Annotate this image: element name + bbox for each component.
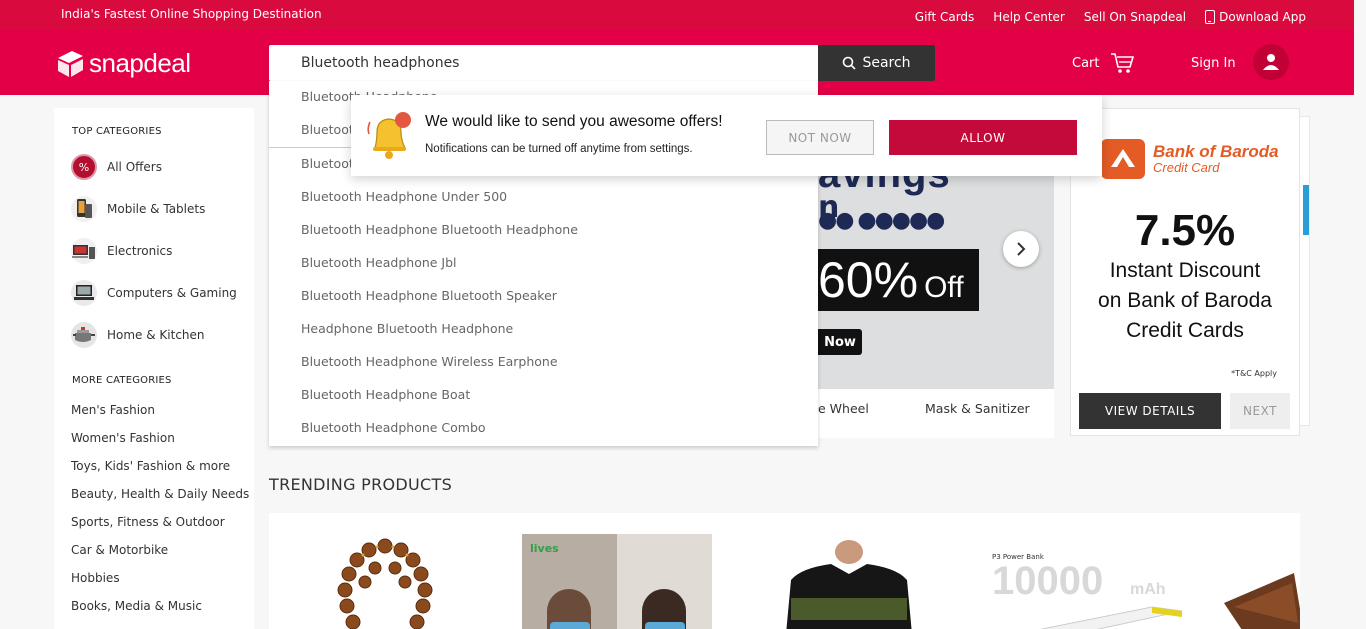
notification-permission-popup: We would like to send you awesome offers… — [351, 95, 1102, 176]
more-category-item[interactable]: Women's Fashion — [71, 431, 175, 445]
category-computers-gaming[interactable]: Computers & Gaming — [71, 280, 237, 306]
trending-products-carousel: lives P3 Power Bank 10000 mAh — [269, 513, 1300, 629]
download-app-link[interactable]: Download App — [1205, 10, 1306, 24]
terms-note: *T&C Apply — [1231, 369, 1277, 378]
cart-label: Cart — [1072, 55, 1100, 71]
sign-in-link[interactable]: Sign In — [1191, 56, 1236, 71]
search-icon — [843, 56, 857, 70]
next-button[interactable]: NEXT — [1230, 393, 1290, 429]
cart-icon — [1110, 53, 1134, 73]
mask-left — [550, 622, 590, 629]
banner-tab[interactable]: Mask & Sanitizer — [925, 401, 1030, 416]
product-wallet[interactable] — [1224, 573, 1300, 629]
banner-shop-now-button[interactable]: Now — [818, 329, 862, 355]
category-label: Mobile & Tablets — [107, 202, 206, 216]
banner-discount: 60% Off — [818, 249, 979, 311]
user-icon — [1263, 54, 1279, 70]
power-bank-image — [1039, 606, 1182, 629]
bell-icon — [367, 112, 411, 159]
suggestion-item[interactable]: Bluetooth Headphone Wireless Earphone — [301, 354, 558, 369]
more-category-item[interactable]: Car & Motorbike — [71, 543, 168, 557]
product-rudraksha-mala[interactable] — [325, 538, 445, 629]
more-category-item[interactable]: Men's Fashion — [71, 403, 155, 417]
more-categories-heading: MORE CATEGORIES — [72, 375, 172, 386]
electronics-icon — [71, 238, 97, 264]
gift-cards-link[interactable]: Gift Cards — [915, 10, 975, 24]
percent-icon: % — [71, 154, 97, 180]
banner-discount-value: 60% — [818, 252, 919, 308]
suggestion-item[interactable]: Bluetooth Headphone Jbl — [301, 255, 457, 270]
computer-icon — [71, 280, 97, 306]
category-mobile-tablets[interactable]: Mobile & Tablets — [71, 196, 205, 222]
category-label: All Offers — [107, 160, 162, 174]
download-app-label: Download App — [1219, 10, 1306, 24]
category-label: Home & Kitchen — [107, 328, 205, 342]
bank-name: Bank of Baroda — [1153, 142, 1279, 161]
suggestion-item[interactable]: Bluetooth Headphone Bluetooth Headphone — [301, 222, 578, 237]
promo-card-edge — [1303, 185, 1309, 235]
more-category-item[interactable]: Books, Media & Music — [71, 599, 202, 613]
view-details-button[interactable]: VIEW DETAILS — [1079, 393, 1221, 429]
more-category-item[interactable]: Toys, Kids' Fashion & more — [71, 459, 230, 473]
mobile-icon — [71, 196, 97, 222]
banner-tab[interactable]: e Wheel — [818, 401, 869, 416]
phone-icon — [1205, 10, 1216, 24]
banner-next-arrow[interactable] — [1003, 231, 1039, 267]
logo-text: snapdeal — [89, 48, 191, 78]
promo-line: Instant Discount — [1109, 259, 1261, 282]
category-label: Electronics — [107, 244, 173, 258]
chevron-right-icon — [1017, 242, 1026, 256]
top-strip: India's Fastest Online Shopping Destinat… — [0, 0, 1354, 30]
bank-offer-card: Bank of Baroda Credit Card 7.5% Instant … — [1070, 108, 1300, 436]
more-category-item[interactable]: Sports, Fitness & Outdoor — [71, 515, 225, 529]
suggestion-item[interactable]: Bluetoot — [301, 156, 354, 171]
trending-products-heading: TRENDING PRODUCTS — [269, 475, 453, 494]
more-category-item[interactable]: Hobbies — [71, 571, 120, 585]
suggestion-item[interactable]: Bluetooth Headphone Bluetooth Speaker — [301, 288, 557, 303]
suggestion-item[interactable]: Bluetooth Headphone Boat — [301, 387, 470, 402]
suggestion-item[interactable]: Bluetooth Headphone Under 500 — [301, 189, 507, 204]
sell-on-snapdeal-link[interactable]: Sell On Snapdeal — [1084, 10, 1186, 24]
notification-title: We would like to send you awesome offers… — [425, 113, 723, 130]
power-bank-capacity: 10000 — [992, 559, 1104, 603]
product-tshirt[interactable] — [781, 540, 916, 629]
search-button-label: Search — [862, 55, 911, 71]
category-electronics[interactable]: Electronics — [71, 238, 172, 264]
more-category-item[interactable]: Beauty, Health & Daily Needs — [71, 487, 249, 501]
logo[interactable]: snapdeal — [55, 48, 191, 79]
cart-button[interactable]: Cart — [1072, 52, 1134, 74]
card-type: Credit Card — [1153, 160, 1220, 175]
suggestion-item[interactable]: Headphone Bluetooth Headphone — [301, 321, 513, 336]
promo-line: Credit Cards — [1126, 319, 1244, 342]
top-links: Gift Cards Help Center Sell On Snapdeal … — [915, 10, 1306, 24]
search-input[interactable]: Bluetooth headphones — [269, 45, 818, 81]
category-label: Computers & Gaming — [107, 286, 237, 300]
product-power-bank[interactable]: P3 Power Bank 10000 mAh — [992, 553, 1252, 629]
not-now-button[interactable]: NOT NOW — [766, 120, 874, 155]
top-categories-heading: TOP CATEGORIES — [72, 126, 162, 137]
search-button[interactable]: Search — [818, 45, 935, 81]
notification-subtitle: Notifications can be turned off anytime … — [425, 143, 693, 155]
bank-of-baroda-logo: Bank of Baroda Credit Card — [1101, 139, 1279, 179]
product-face-masks[interactable]: lives — [522, 534, 712, 629]
banner-dots: ●● ●●●●● — [818, 208, 945, 233]
category-all-offers[interactable]: % All Offers — [71, 154, 162, 180]
promo-line: on Bank of Baroda — [1098, 289, 1272, 312]
mask-right — [645, 622, 685, 629]
category-home-kitchen[interactable]: Home & Kitchen — [71, 322, 205, 348]
suggestion-item[interactable]: Bluetoot — [301, 122, 354, 137]
mask-brand-label: lives — [530, 542, 559, 555]
category-sidebar: TOP CATEGORIES % All Offers Mobile & Tab… — [54, 108, 254, 629]
kitchen-icon — [71, 322, 97, 348]
discount-percent: 7.5% — [1134, 206, 1236, 255]
tagline: India's Fastest Online Shopping Destinat… — [61, 7, 322, 21]
allow-button[interactable]: ALLOW — [889, 120, 1077, 155]
bank-of-baroda-icon — [1101, 139, 1145, 179]
snapdeal-logo-icon — [58, 50, 83, 77]
user-avatar[interactable] — [1253, 44, 1289, 80]
help-center-link[interactable]: Help Center — [993, 10, 1065, 24]
banner-off-label: Off — [924, 271, 964, 304]
power-bank-unit: mAh — [1130, 581, 1166, 598]
suggestion-item[interactable]: Bluetooth Headphone Combo — [301, 420, 486, 435]
